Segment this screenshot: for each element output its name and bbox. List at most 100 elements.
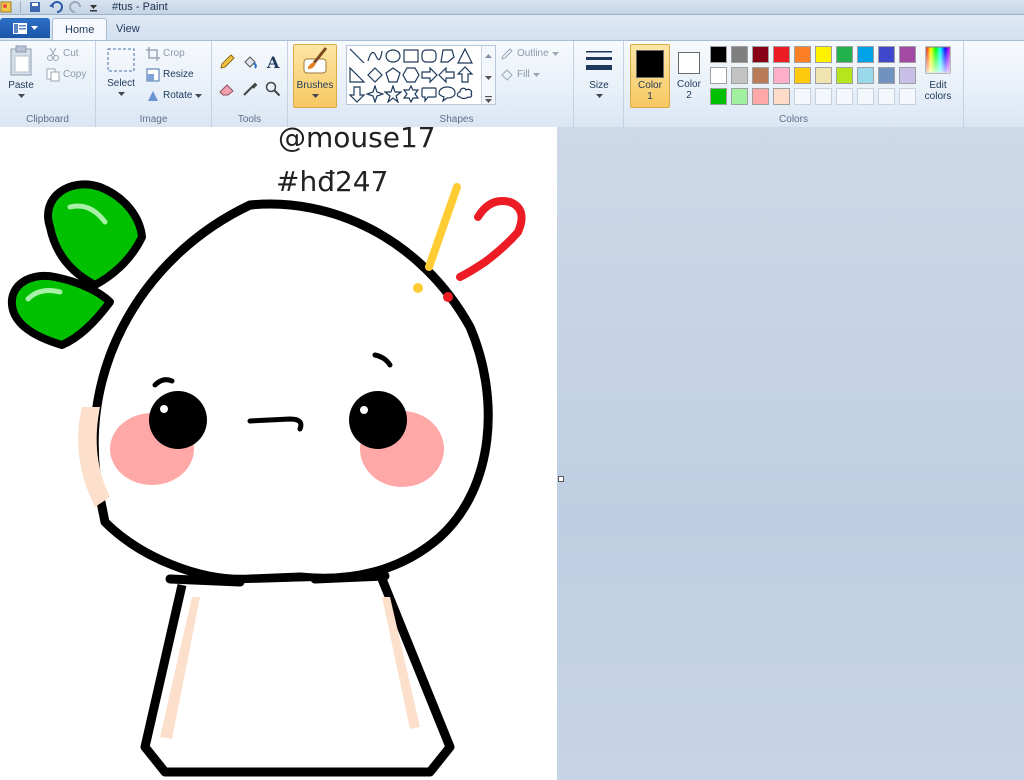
- chevron-down-icon: [532, 72, 540, 77]
- color-swatch[interactable]: [857, 88, 874, 105]
- diamond-shape-icon[interactable]: [366, 66, 384, 84]
- color1-number: 1: [647, 91, 653, 102]
- right-triangle-shape-icon[interactable]: [348, 66, 366, 84]
- five-point-star-shape-icon[interactable]: [384, 85, 402, 103]
- fill-tool[interactable]: [240, 52, 259, 71]
- cut-button[interactable]: Cut: [46, 45, 79, 63]
- color2-button[interactable]: Color 2: [670, 44, 708, 106]
- chevron-down-icon[interactable]: [482, 68, 495, 87]
- drawing-canvas[interactable]: @mouse17 #hđ247: [0, 121, 557, 780]
- chevron-down-icon: [311, 94, 319, 98]
- down-arrow-shape-icon[interactable]: [348, 85, 366, 103]
- color-swatch[interactable]: [878, 46, 895, 63]
- cloud-callout-shape-icon[interactable]: [456, 85, 474, 103]
- rounded-rectangle-shape-icon[interactable]: [420, 47, 438, 65]
- canvas-resize-handle[interactable]: [558, 476, 564, 482]
- eraser-icon: [218, 83, 234, 95]
- color-swatch[interactable]: [710, 46, 727, 63]
- color-swatch[interactable]: [794, 88, 811, 105]
- paste-button[interactable]: Paste: [4, 45, 38, 102]
- shapes-gallery: [346, 45, 496, 105]
- pencil-tool[interactable]: [217, 52, 236, 71]
- shapes-scroll[interactable]: [481, 46, 495, 104]
- color-swatch[interactable]: [731, 67, 748, 84]
- rounded-callout-shape-icon[interactable]: [420, 85, 438, 103]
- up-arrow-shape-icon[interactable]: [456, 66, 474, 84]
- magnifier-tool[interactable]: [263, 79, 282, 98]
- color-swatch[interactable]: [836, 67, 853, 84]
- tab-view[interactable]: View: [104, 18, 152, 40]
- hexagon-shape-icon[interactable]: [402, 66, 420, 84]
- color-swatch[interactable]: [773, 88, 790, 105]
- color-swatch[interactable]: [815, 46, 832, 63]
- rotate-button[interactable]: Rotate: [146, 87, 203, 105]
- paint-menu-icon: [12, 22, 27, 34]
- rectangle-shape-icon[interactable]: [402, 47, 420, 65]
- customize-toolbar-icon[interactable]: [89, 1, 98, 13]
- color1-button[interactable]: Color 1: [630, 44, 670, 108]
- four-point-star-shape-icon[interactable]: [366, 85, 384, 103]
- color-swatch[interactable]: [857, 67, 874, 84]
- color-swatch[interactable]: [773, 67, 790, 84]
- oval-callout-shape-icon[interactable]: [438, 85, 456, 103]
- color-swatch[interactable]: [899, 67, 916, 84]
- color1-label: Color: [638, 80, 662, 91]
- color-swatch[interactable]: [731, 46, 748, 63]
- color-swatch[interactable]: [710, 67, 727, 84]
- tab-home[interactable]: Home: [52, 18, 108, 41]
- size-button[interactable]: Size: [582, 45, 616, 102]
- chevron-down-icon: [551, 51, 559, 56]
- color-swatch[interactable]: [899, 46, 916, 63]
- color-swatch[interactable]: [710, 88, 727, 105]
- resize-button[interactable]: Resize: [146, 66, 194, 84]
- pentagon-shape-icon[interactable]: [384, 66, 402, 84]
- color-swatch[interactable]: [836, 88, 853, 105]
- color-swatch[interactable]: [752, 88, 769, 105]
- text-tool[interactable]: A: [263, 52, 282, 71]
- fill-button[interactable]: Fill: [500, 66, 540, 84]
- chevron-up-icon[interactable]: [482, 46, 495, 65]
- curve-shape-icon[interactable]: [366, 47, 384, 65]
- color-swatch[interactable]: [815, 88, 832, 105]
- outline-button[interactable]: Outline: [500, 45, 559, 63]
- crop-icon: [146, 47, 160, 61]
- color-swatch[interactable]: [878, 88, 895, 105]
- copy-button[interactable]: Copy: [46, 66, 86, 84]
- color-swatch[interactable]: [857, 46, 874, 63]
- eraser-tool[interactable]: [217, 79, 236, 98]
- size-group: Size: [574, 41, 624, 127]
- right-arrow-shape-icon[interactable]: [420, 66, 438, 84]
- color-swatch[interactable]: [794, 46, 811, 63]
- color-swatch[interactable]: [836, 46, 853, 63]
- color2-swatch: [678, 52, 700, 74]
- redo-icon[interactable]: [69, 1, 83, 13]
- color-swatch[interactable]: [773, 46, 790, 63]
- color-swatch[interactable]: [752, 46, 769, 63]
- resize-label: Resize: [163, 69, 194, 80]
- brushes-group: Brushes: [288, 41, 340, 127]
- color-picker-tool[interactable]: [240, 79, 259, 98]
- color-swatch[interactable]: [899, 88, 916, 105]
- undo-icon[interactable]: [49, 1, 63, 13]
- line-shape-icon[interactable]: [348, 47, 366, 65]
- six-point-star-shape-icon[interactable]: [402, 85, 420, 103]
- left-arrow-shape-icon[interactable]: [438, 66, 456, 84]
- select-button[interactable]: Select: [104, 45, 138, 100]
- paint-menu-button[interactable]: [0, 18, 50, 38]
- gallery-expand-icon[interactable]: [482, 90, 495, 109]
- color-swatch[interactable]: [878, 67, 895, 84]
- fill-label: Fill: [517, 69, 530, 80]
- ribbon-tab-row: Home View: [0, 15, 1024, 41]
- color-swatch[interactable]: [815, 67, 832, 84]
- select-rectangle-icon: [107, 48, 135, 72]
- edit-colors-button[interactable]: Edit colors: [920, 45, 956, 102]
- color-swatch[interactable]: [731, 88, 748, 105]
- oval-shape-icon[interactable]: [384, 47, 402, 65]
- save-icon[interactable]: [29, 1, 41, 13]
- brushes-button[interactable]: Brushes: [293, 44, 337, 108]
- crop-button[interactable]: Crop: [146, 45, 185, 63]
- triangle-shape-icon[interactable]: [456, 47, 474, 65]
- polygon-shape-icon[interactable]: [438, 47, 456, 65]
- color-swatch[interactable]: [752, 67, 769, 84]
- color-swatch[interactable]: [794, 67, 811, 84]
